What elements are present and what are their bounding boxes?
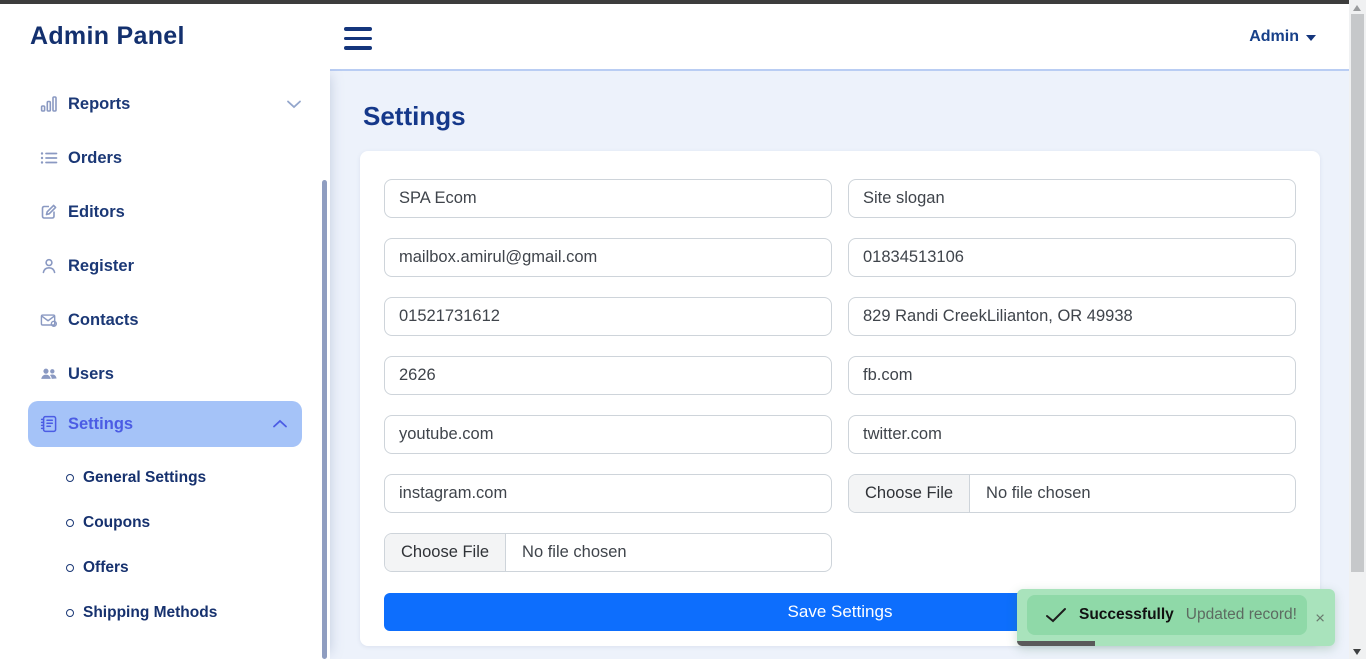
chevron-up-icon — [272, 419, 288, 429]
sidebar-item-contacts[interactable]: Contacts — [0, 293, 330, 347]
choose-file-button[interactable]: Choose File — [385, 534, 507, 571]
mail-at-icon — [40, 311, 58, 329]
window-scrollbar[interactable] — [1349, 0, 1366, 659]
sidebar-item-settings[interactable]: Settings — [28, 401, 302, 447]
submenu-item-coupons[interactable]: Coupons — [0, 500, 330, 545]
instagram-input[interactable] — [384, 474, 832, 513]
chevron-down-icon — [286, 99, 302, 109]
youtube-input[interactable] — [384, 415, 832, 454]
sidebar-item-register[interactable]: Register — [0, 239, 330, 293]
settings-form: Choose File No file chosen Choose File N… — [384, 179, 1296, 572]
submenu-item-general-settings[interactable]: General Settings — [0, 455, 330, 500]
phone-2-input[interactable] — [384, 297, 832, 336]
submenu-item-label: Offers — [83, 558, 129, 576]
caret-down-icon — [1306, 35, 1316, 41]
toast-message: Updated record! — [1185, 606, 1297, 623]
person-icon — [40, 257, 58, 275]
code-input[interactable] — [384, 356, 832, 395]
header: Admin Panel Admin — [0, 4, 1349, 69]
user-menu-dropdown[interactable]: Admin — [1249, 28, 1316, 46]
bar-chart-icon — [40, 95, 58, 113]
submenu-item-shipping-methods[interactable]: Shipping Methods — [0, 590, 330, 635]
edit-icon — [40, 203, 58, 221]
sidebar-item-orders[interactable]: Orders — [0, 131, 330, 185]
sidebar-item-users[interactable]: Users — [0, 347, 330, 401]
sidebar-item-reports[interactable]: Reports — [0, 77, 330, 131]
sidebar-scrollbar[interactable] — [322, 180, 327, 659]
sidebar-item-label: Settings — [68, 414, 134, 433]
hamburger-menu-icon[interactable] — [344, 27, 372, 50]
address-input[interactable] — [848, 297, 1296, 336]
sidebar-item-label: Orders — [68, 148, 123, 167]
success-toast: Successfully Updated record! × — [1017, 589, 1335, 646]
sidebar-item-label: Reports — [68, 94, 131, 113]
phone-input[interactable] — [848, 238, 1296, 277]
users-icon — [40, 365, 58, 383]
email-input[interactable] — [384, 238, 832, 277]
sidebar-item-label: Contacts — [68, 310, 139, 329]
checkmark-icon — [1045, 607, 1067, 623]
toast-title: Successfully — [1079, 606, 1174, 623]
sidebar-item-label: Users — [68, 364, 114, 383]
circle-bullet-icon — [66, 563, 74, 572]
choose-file-button[interactable]: Choose File — [849, 475, 971, 512]
file-status-text: No file chosen — [522, 543, 627, 561]
submenu-item-label: General Settings — [83, 468, 207, 486]
submenu-item-offers[interactable]: Offers — [0, 545, 330, 590]
settings-form-card: Choose File No file chosen Choose File N… — [360, 151, 1320, 646]
scroll-down-icon[interactable] — [1353, 649, 1361, 655]
list-icon — [40, 149, 58, 167]
main-content: Settings Choose File No file chosen — [330, 69, 1349, 659]
toast-body: Successfully Updated record! — [1027, 595, 1307, 635]
circle-bullet-icon — [66, 518, 74, 527]
user-menu-label: Admin — [1249, 28, 1299, 45]
sidebar-nav: Reports Orders Editors Register Contacts… — [0, 69, 330, 447]
sidebar-item-label: Editors — [68, 202, 125, 221]
sidebar: Reports Orders Editors Register Contacts… — [0, 69, 330, 659]
submenu-item-label: Shipping Methods — [83, 603, 218, 621]
close-icon[interactable]: × — [1315, 609, 1325, 626]
scroll-up-icon[interactable] — [1353, 5, 1361, 11]
submenu-item-label: Coupons — [83, 513, 151, 531]
page-title: Settings — [363, 101, 466, 131]
scrollbar-thumb[interactable] — [1351, 14, 1364, 572]
journal-icon — [40, 415, 58, 433]
facebook-input[interactable] — [848, 356, 1296, 395]
circle-bullet-icon — [66, 608, 74, 617]
brand-title: Admin Panel — [30, 22, 185, 50]
file-status-text: No file chosen — [986, 484, 1091, 502]
settings-submenu: General Settings Coupons Offers Shipping… — [0, 447, 330, 635]
file-upload-input-1[interactable]: Choose File No file chosen — [848, 474, 1296, 513]
site-slogan-input[interactable] — [848, 179, 1296, 218]
admin-panel-page: Admin Panel Admin Reports Orders Editors… — [0, 0, 1366, 659]
sidebar-item-editors[interactable]: Editors — [0, 185, 330, 239]
file-upload-input-2[interactable]: Choose File No file chosen — [384, 533, 832, 572]
twitter-input[interactable] — [848, 415, 1296, 454]
sidebar-item-label: Register — [68, 256, 135, 275]
site-name-input[interactable] — [384, 179, 832, 218]
toast-progress-bar — [1017, 641, 1095, 646]
circle-bullet-icon — [66, 473, 74, 482]
